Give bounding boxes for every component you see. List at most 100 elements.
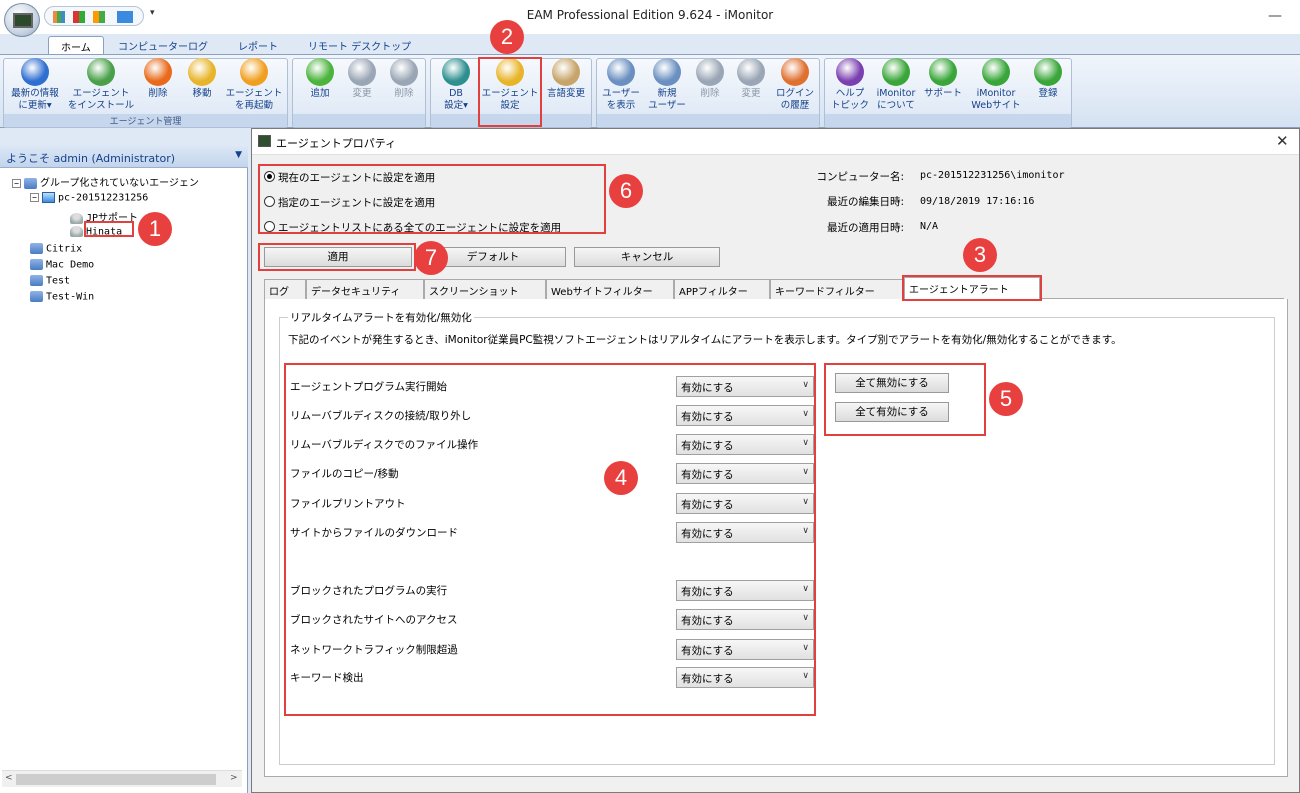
ribbon-button-label: エージェント bbox=[72, 88, 130, 99]
ribbon-button-language[interactable]: 言語変更 bbox=[544, 58, 588, 100]
ribbon-tab-computer-log[interactable]: コンピューターログ bbox=[106, 36, 220, 55]
computer-name-label: コンピューター名: bbox=[816, 171, 904, 183]
ribbon-button-users[interactable]: ユーザー を表示 bbox=[598, 58, 644, 112]
ribbon-button-label: ログイン bbox=[775, 88, 814, 99]
group-icon bbox=[30, 275, 43, 286]
refresh-icon bbox=[21, 58, 49, 86]
app-menu-button[interactable] bbox=[4, 3, 40, 37]
tree-node-group[interactable]: Test bbox=[30, 275, 70, 287]
ribbon-button-edit[interactable]: 変更 bbox=[342, 58, 382, 100]
ribbon-button-move[interactable]: 移動 bbox=[182, 58, 222, 100]
group-icon bbox=[30, 291, 43, 302]
ribbon-button-delete[interactable]: 削除 bbox=[138, 58, 178, 100]
scroll-right-icon[interactable]: > bbox=[230, 773, 238, 783]
cancel-button[interactable]: キャンセル bbox=[574, 247, 720, 267]
ribbon-button-label: 追加 bbox=[310, 88, 330, 99]
computer-name-value: pc-201512231256\imonitor bbox=[920, 170, 1065, 181]
ribbon-button-label: に更新▾ bbox=[18, 100, 52, 111]
tree-node-group[interactable]: Citrix bbox=[30, 243, 82, 255]
dialog-title: エージェントプロパティ bbox=[276, 137, 397, 150]
ribbon-button-label: 移動 bbox=[192, 88, 212, 99]
last-applied-value: N/A bbox=[920, 221, 939, 232]
annotation-badge-4: 4 bbox=[604, 461, 638, 495]
ribbon-button-label: 削除 bbox=[700, 88, 720, 99]
welcome-text: ようこそ admin (Administrator) bbox=[6, 152, 176, 165]
collapse-icon[interactable]: − bbox=[12, 178, 21, 188]
ribbon-button-label: 言語変更 bbox=[546, 88, 585, 99]
tab-data-security[interactable]: データセキュリティ bbox=[306, 279, 424, 299]
ribbon-button-website[interactable]: iMonitor Webサイト bbox=[966, 58, 1026, 112]
annotation-box-3 bbox=[902, 275, 1042, 301]
ribbon-button-add[interactable]: 追加 bbox=[300, 58, 340, 100]
ribbon-button-install-agent[interactable]: エージェント をインストール bbox=[66, 58, 136, 112]
login-history-icon bbox=[781, 58, 809, 86]
ribbon-button-label: 削除 bbox=[394, 88, 414, 99]
ribbon-button-label: DB bbox=[449, 88, 463, 99]
scrollbar-thumb[interactable] bbox=[16, 774, 216, 785]
ribbon-button-restart[interactable]: エージェント を再起動 bbox=[222, 58, 286, 112]
ribbon-button-label: 変更 bbox=[352, 88, 372, 99]
ribbon-button-about[interactable]: iMonitor について bbox=[872, 58, 920, 112]
annotation-box-6 bbox=[258, 164, 606, 234]
ribbon-button-database[interactable]: DB 設定▾ bbox=[436, 58, 476, 112]
new-user-icon bbox=[653, 58, 681, 86]
tab-keyword-filter[interactable]: キーワードフィルター bbox=[770, 279, 904, 299]
ribbon-button-label: トピック bbox=[830, 100, 869, 111]
annotation-badge-3: 3 bbox=[963, 238, 997, 272]
ribbon-tab-report[interactable]: レポート bbox=[226, 36, 290, 55]
ribbon-button-label: サポート bbox=[923, 88, 962, 99]
ribbon-button-edit-user[interactable]: 変更 bbox=[732, 58, 770, 100]
ribbon-button-label: を表示 bbox=[606, 100, 636, 111]
last-applied-label: 最近の適用日時: bbox=[826, 222, 904, 234]
collapse-icon[interactable]: − bbox=[30, 193, 39, 202]
groupbox-title: リアルタイムアラートを有効化/無効化 bbox=[288, 310, 474, 325]
ribbon-button-support[interactable]: サポート bbox=[920, 58, 966, 100]
ribbon-button-label: iMonitor bbox=[976, 88, 1016, 99]
tab-screenshot[interactable]: スクリーンショット bbox=[424, 279, 546, 299]
ribbon: エージェント管理 最新の情報 に更新▾ エージェント をインストール 削除 移動 エージェン… bbox=[0, 54, 1300, 128]
tree-node-ungrouped[interactable]: − グループ化されていないエージェン bbox=[12, 174, 199, 189]
tab-log[interactable]: ログ bbox=[264, 279, 306, 299]
annotation-box-7 bbox=[258, 243, 416, 271]
ribbon-button-new-user[interactable]: 新規 ユーザー bbox=[646, 58, 688, 112]
tree-node-group[interactable]: Mac Demo bbox=[30, 259, 94, 271]
about-icon bbox=[882, 58, 910, 86]
ribbon-button-help[interactable]: ヘルプ トピック bbox=[830, 58, 870, 112]
ribbon-button-refresh[interactable]: 最新の情報 に更新▾ bbox=[6, 58, 64, 112]
ribbon-button-label: 登録 bbox=[1038, 88, 1058, 99]
scroll-left-icon[interactable]: < bbox=[5, 773, 13, 783]
users-icon bbox=[607, 58, 635, 86]
ribbon-tab-remote-desktop[interactable]: リモート デスクトップ bbox=[296, 36, 423, 55]
tree-node-pc[interactable]: − pc-201512231256 bbox=[30, 192, 148, 204]
ribbon-button-label: 新規 bbox=[657, 88, 677, 99]
ribbon-button-login-history[interactable]: ログイン の履歴 bbox=[772, 58, 818, 112]
ribbon-button-delete-user[interactable]: 削除 bbox=[690, 58, 730, 100]
monitor-icon bbox=[258, 135, 271, 147]
restart-icon bbox=[240, 58, 268, 86]
horizontal-scrollbar[interactable]: < > bbox=[2, 770, 242, 787]
tree-node-group[interactable]: Test-Win bbox=[30, 291, 94, 303]
ribbon-button-delete-disabled[interactable]: 削除 bbox=[384, 58, 424, 100]
delete-disabled-icon bbox=[390, 58, 418, 86]
ribbon-button-label: iMonitor bbox=[876, 88, 916, 99]
ribbon-button-label: 削除 bbox=[148, 88, 168, 99]
ribbon-tab-home[interactable]: ホーム bbox=[48, 36, 104, 55]
dialog-title-bar: エージェントプロパティ ✕ bbox=[252, 129, 1299, 155]
welcome-bar[interactable]: ようこそ admin (Administrator) ▼ bbox=[0, 146, 248, 168]
group-icon bbox=[24, 177, 37, 189]
group-label-agent-mgmt: エージェント管理 bbox=[4, 114, 287, 127]
chevron-down-icon[interactable]: ▼ bbox=[235, 150, 242, 160]
annotation-badge-2: 2 bbox=[490, 20, 524, 54]
ribbon-button-label: を再起動 bbox=[234, 100, 273, 111]
last-edited-value: 09/18/2019 17:16:16 bbox=[920, 196, 1035, 207]
annotation-badge-7: 7 bbox=[414, 241, 448, 275]
ribbon-button-label: の履歴 bbox=[780, 100, 810, 111]
tab-web-filter[interactable]: Webサイトフィルター bbox=[546, 279, 674, 299]
register-icon bbox=[1034, 58, 1062, 86]
window-title: EAM Professional Edition 9.624 - iMonito… bbox=[526, 8, 774, 22]
edit-icon bbox=[348, 58, 376, 86]
close-icon[interactable]: ✕ bbox=[1276, 132, 1289, 150]
tab-app-filter[interactable]: APPフィルター bbox=[674, 279, 770, 299]
ribbon-button-register[interactable]: 登録 bbox=[1028, 58, 1068, 100]
minimize-button[interactable]: — bbox=[1268, 8, 1282, 24]
